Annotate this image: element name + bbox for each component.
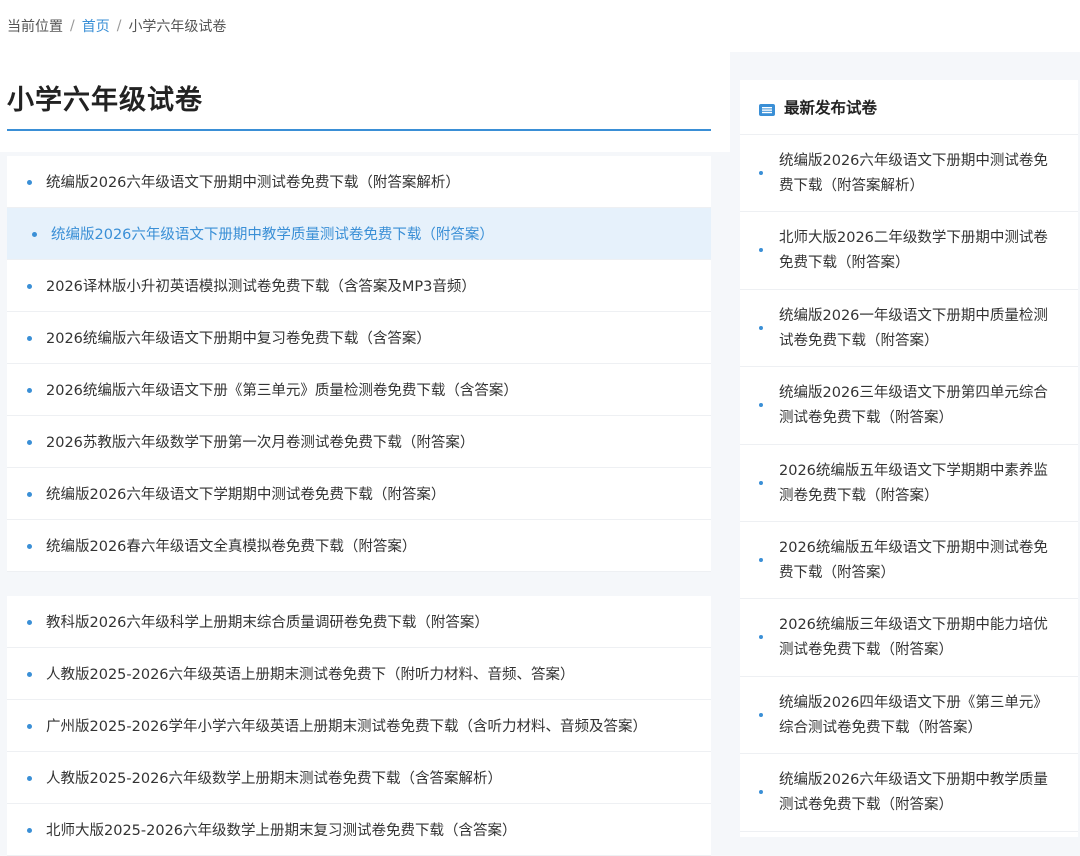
main-content: 小学六年级试卷 统编版2026六年级语文下册期中测试卷免费下载（附答案解析） 统编… [0, 52, 730, 856]
sidebar-item-link[interactable]: 统编版2026六年级语文下册期中教学质量测试卷免费下载（附答案） [779, 768, 1054, 818]
breadcrumb-separator: / [116, 18, 122, 34]
sidebar-item-link[interactable]: 统编版2026四年级语文下册《第三单元》综合测试卷免费下载（附答案） [779, 691, 1054, 741]
list-item[interactable]: 统编版2026六年级语文下册期中测试卷免费下载（附答案解析） [7, 156, 711, 208]
sidebar-latest: 最新发布试卷 统编版2026六年级语文下册期中测试卷免费下载（附答案解析） 北师大… [740, 80, 1078, 837]
list-item-link[interactable]: 统编版2026春六年级语文全真模拟卷免费下载（附答案） [46, 535, 416, 556]
bullet-dot-icon [27, 620, 32, 625]
sidebar-item[interactable]: 统编版2026三年级语文下册第四单元综合测试卷免费下载（附答案） [740, 367, 1078, 445]
list-item[interactable]: 2026译林版小升初英语模拟测试卷免费下载（含答案及MP3音频） [7, 260, 711, 312]
sidebar-item[interactable]: 统编版2026六年级语文下册期中教学质量测试卷免费下载（附答案） [740, 754, 1078, 832]
article-list-primary: 统编版2026六年级语文下册期中测试卷免费下载（附答案解析） 统编版2026六年级… [7, 156, 711, 572]
bullet-dot-icon [27, 672, 32, 677]
list-item-link[interactable]: 2026译林版小升初英语模拟测试卷免费下载（含答案及MP3音频） [46, 275, 476, 296]
sidebar-item[interactable]: 统编版2026六年级语文下册期中测试卷免费下载（附答案解析） [740, 135, 1078, 213]
sidebar-item[interactable]: 统编版2026一年级语文下册期中质量检测试卷免费下载（附答案） [740, 290, 1078, 368]
bullet-dot-icon [27, 724, 32, 729]
list-item[interactable]: 2026苏教版六年级数学下册第一次月卷测试卷免费下载（附答案） [7, 416, 711, 468]
list-item[interactable]: 统编版2026春六年级语文全真模拟卷免费下载（附答案） [7, 520, 711, 572]
list-item-link[interactable]: 统编版2026六年级语文下学期期中测试卷免费下载（附答案） [46, 483, 445, 504]
list-item[interactable]: 2026统编版六年级语文下册《第三单元》质量检测卷免费下载（含答案） [7, 364, 711, 416]
list-item-link[interactable]: 统编版2026六年级语文下册期中测试卷免费下载（附答案解析） [46, 171, 460, 192]
bullet-dot-icon [27, 180, 32, 185]
bullet-dot-icon [27, 388, 32, 393]
bullet-dot-icon [27, 336, 32, 341]
page-title-area: 小学六年级试卷 [0, 52, 730, 152]
sidebar-item-link[interactable]: 2026统编版五年级语文下学期期中素养监测卷免费下载（附答案） [779, 459, 1054, 509]
bullet-dot-icon [27, 440, 32, 445]
list-item[interactable]: 统编版2026六年级语文下册期中教学质量测试卷免费下载（附答案） [7, 208, 711, 260]
bullet-dot-icon [27, 492, 32, 497]
bullet-dot-icon [759, 480, 763, 485]
bullet-dot-icon [27, 776, 32, 781]
sidebar-list: 统编版2026六年级语文下册期中测试卷免费下载（附答案解析） 北师大版2026二年… [740, 135, 1078, 832]
breadcrumb-prefix: 当前位置 [7, 19, 63, 35]
list-item-link[interactable]: 教科版2026六年级科学上册期末综合质量调研卷免费下载（附答案） [46, 611, 489, 632]
sidebar-item-link[interactable]: 北师大版2026二年级数学下册期中测试卷免费下载（附答案） [779, 226, 1054, 276]
sidebar-item-link[interactable]: 2026统编版五年级语文下册期中测试卷免费下载（附答案） [779, 536, 1054, 586]
sidebar-item[interactable]: 2026统编版三年级语文下册期中能力培优测试卷免费下载（附答案） [740, 599, 1078, 677]
sidebar-item-link[interactable]: 统编版2026六年级语文下册期中测试卷免费下载（附答案解析） [779, 149, 1054, 199]
list-item-link[interactable]: 统编版2026六年级语文下册期中教学质量测试卷免费下载（附答案） [51, 223, 494, 244]
article-list-secondary: 教科版2026六年级科学上册期末综合质量调研卷免费下载（附答案） 人教版2025-… [7, 596, 711, 856]
list-item[interactable]: 人教版2025-2026六年级英语上册期末测试卷免费下（附听力材料、音频、答案） [7, 648, 711, 700]
sidebar-item-link[interactable]: 2026统编版三年级语文下册期中能力培优测试卷免费下载（附答案） [779, 613, 1054, 663]
sidebar-item[interactable]: 2026统编版五年级语文下册期中测试卷免费下载（附答案） [740, 522, 1078, 600]
list-item[interactable]: 教科版2026六年级科学上册期末综合质量调研卷免费下载（附答案） [7, 596, 711, 648]
list-item[interactable]: 统编版2026六年级语文下学期期中测试卷免费下载（附答案） [7, 468, 711, 520]
bullet-dot-icon [759, 790, 763, 795]
list-item[interactable]: 广州版2025-2026学年小学六年级英语上册期末测试卷免费下载（含听力材料、音… [7, 700, 711, 752]
bullet-dot-icon [759, 325, 763, 330]
breadcrumb-current: 小学六年级试卷 [128, 19, 227, 35]
sidebar-item[interactable]: 统编版2026四年级语文下册《第三单元》综合测试卷免费下载（附答案） [740, 677, 1078, 755]
bullet-dot-icon [759, 635, 763, 640]
bullet-dot-icon [759, 712, 763, 717]
list-item-link[interactable]: 2026统编版六年级语文下册期中复习卷免费下载（含答案） [46, 327, 431, 348]
list-item-link[interactable]: 广州版2025-2026学年小学六年级英语上册期末测试卷免费下载（含听力材料、音… [46, 715, 647, 736]
list-icon [759, 101, 775, 116]
title-underline [7, 129, 711, 131]
breadcrumb-home-link[interactable]: 首页 [82, 16, 110, 36]
page-title: 小学六年级试卷 [7, 85, 203, 116]
list-item-link[interactable]: 人教版2025-2026六年级英语上册期末测试卷免费下（附听力材料、音频、答案） [46, 663, 575, 684]
breadcrumb: 当前位置 / 首页 / 小学六年级试卷 [0, 0, 1080, 52]
bullet-dot-icon [759, 248, 763, 253]
list-item[interactable]: 北师大版2025-2026六年级数学上册期末复习测试卷免费下载（含答案） [7, 804, 711, 856]
list-item-link[interactable]: 2026苏教版六年级数学下册第一次月卷测试卷免费下载（附答案） [46, 431, 474, 452]
sidebar-item-link[interactable]: 统编版2026一年级语文下册期中质量检测试卷免费下载（附答案） [779, 304, 1054, 354]
bullet-dot-icon [27, 544, 32, 549]
bullet-dot-icon [27, 828, 32, 833]
sidebar-title: 最新发布试卷 [784, 99, 878, 117]
sidebar-item[interactable]: 北师大版2026二年级数学下册期中测试卷免费下载（附答案） [740, 212, 1078, 290]
list-item-link[interactable]: 人教版2025-2026六年级数学上册期末测试卷免费下载（含答案解析） [46, 767, 502, 788]
sidebar-item[interactable]: 2026统编版五年级语文下学期期中素养监测卷免费下载（附答案） [740, 445, 1078, 522]
breadcrumb-separator: / [70, 18, 75, 34]
bullet-dot-icon [759, 403, 763, 408]
bullet-dot-icon [759, 557, 763, 562]
bullet-dot-icon [759, 171, 763, 175]
bullet-dot-icon [32, 232, 37, 237]
list-item-link[interactable]: 2026统编版六年级语文下册《第三单元》质量检测卷免费下载（含答案） [46, 379, 518, 400]
list-item[interactable]: 人教版2025-2026六年级数学上册期末测试卷免费下载（含答案解析） [7, 752, 711, 804]
bullet-dot-icon [27, 284, 32, 289]
sidebar-item-link[interactable]: 统编版2026三年级语文下册第四单元综合测试卷免费下载（附答案） [779, 381, 1054, 431]
sidebar-header: 最新发布试卷 [740, 80, 1078, 135]
list-item[interactable]: 2026统编版六年级语文下册期中复习卷免费下载（含答案） [7, 312, 711, 364]
